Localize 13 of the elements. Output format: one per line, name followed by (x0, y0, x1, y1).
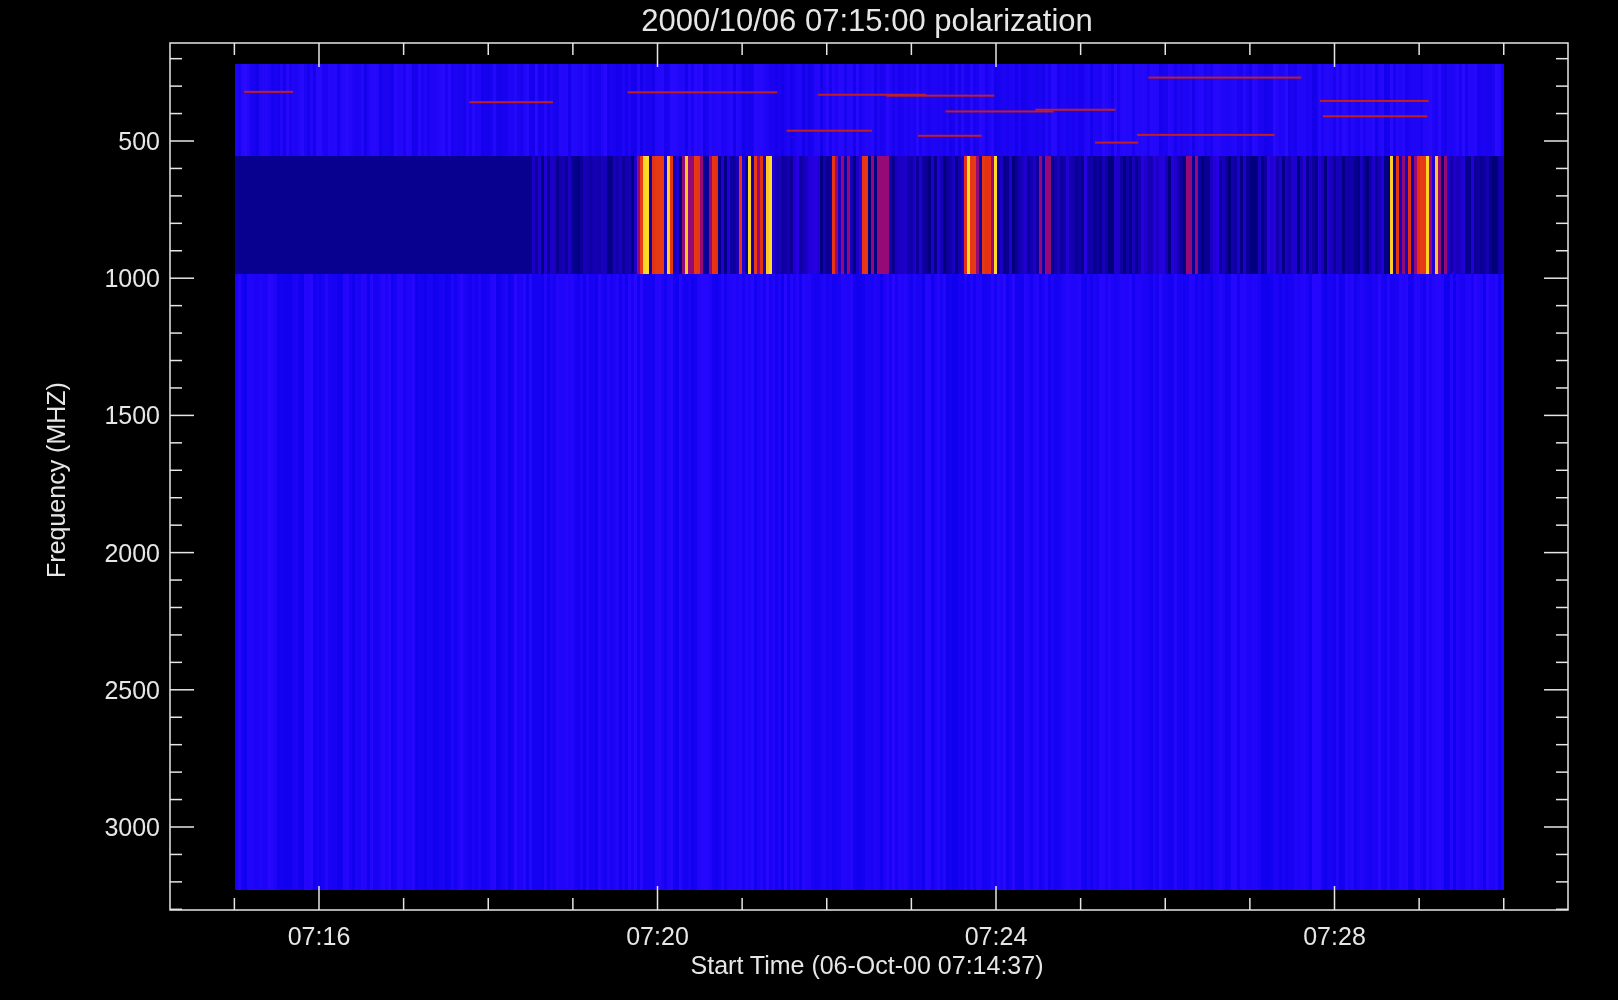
x-tick-label: 07:16 (287, 922, 351, 950)
y-axis-title: Frequency (MHZ) (42, 382, 70, 578)
x-tick-label: 07:20 (626, 922, 689, 950)
y-tick-label: 1500 (104, 401, 160, 430)
x-tick-label: 07:24 (964, 922, 1028, 950)
y-tick-label: 2500 (104, 675, 160, 704)
y-tick-label: 1000 (104, 264, 160, 293)
chart-title: 2000/10/06 07:15:00 polarization (641, 3, 1093, 38)
y-tick-label: 2000 (104, 538, 160, 567)
x-axis-title: Start Time (06-Oct-00 07:14:37) (690, 951, 1044, 979)
y-tick-label: 3000 (104, 813, 160, 841)
x-tick-label: 07:28 (1303, 922, 1366, 950)
y-tick-label: 500 (118, 127, 160, 155)
